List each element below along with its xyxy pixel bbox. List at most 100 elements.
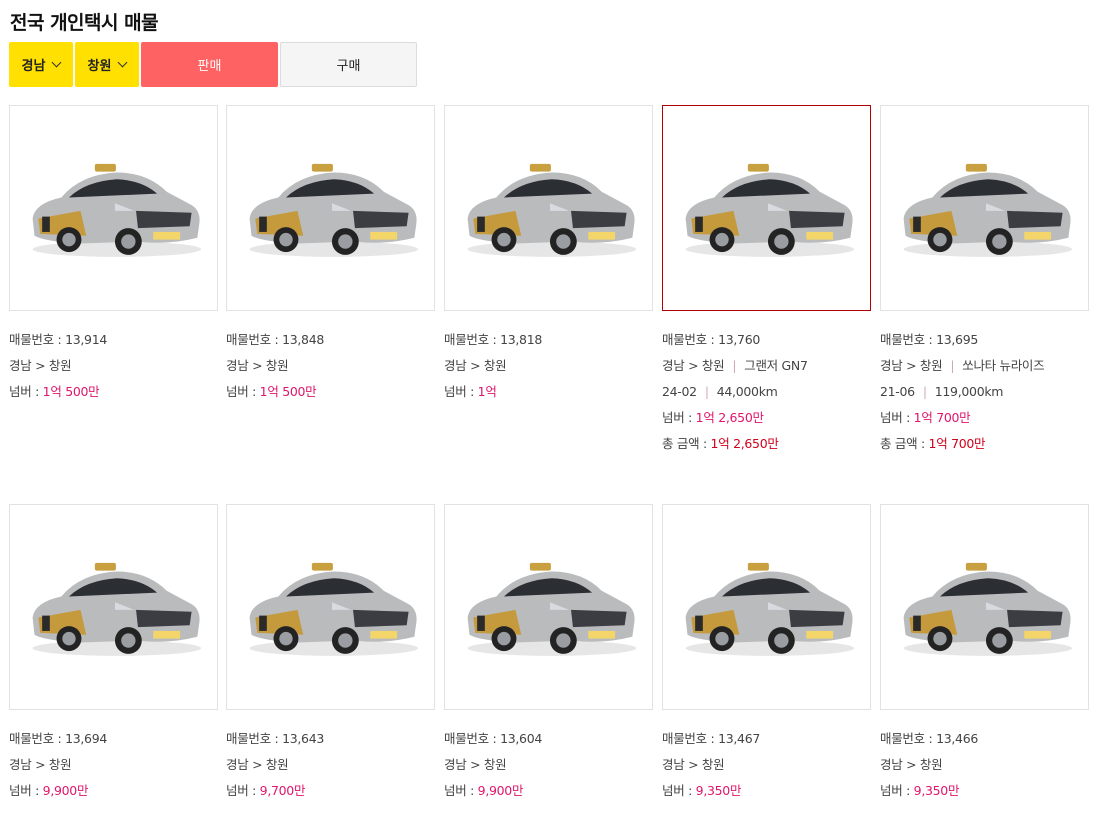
listing-thumbnail[interactable] xyxy=(444,504,653,710)
listing-region-value: 경남 > 창원 xyxy=(880,757,943,772)
listing-region: 경남 > 창원 xyxy=(9,353,218,379)
chevron-down-icon xyxy=(118,57,128,68)
listing-region-value: 경남 > 창원 xyxy=(880,358,943,373)
taxi-car-image xyxy=(249,163,418,257)
listing-card[interactable]: 매물번호 : 13,466 경남 > 창원넘버 : 9,350만 xyxy=(880,504,1089,804)
listing-region-value: 경남 > 창원 xyxy=(444,358,507,373)
listing-info: 매물번호 : 13,643 경남 > 창원넘버 : 9,700만 xyxy=(226,726,435,804)
listing-id: 매물번호 : 13,604 xyxy=(444,726,653,752)
listing-price-label: 넘버 : xyxy=(880,783,914,798)
listing-id: 매물번호 : 13,694 xyxy=(9,726,218,752)
listing-total: 총 금액 : 1억 700만 xyxy=(880,431,1089,457)
sell-tab[interactable]: 판매 xyxy=(141,42,278,87)
listing-id-value: 13,760 xyxy=(718,332,761,347)
listing-region-value: 경남 > 창원 xyxy=(226,757,289,772)
listing-card[interactable]: 매물번호 : 13,643 경남 > 창원넘버 : 9,700만 xyxy=(226,504,435,804)
listing-price: 넘버 : 9,350만 xyxy=(662,778,871,804)
separator: | xyxy=(704,384,709,399)
listing-region-value: 경남 > 창원 xyxy=(9,358,72,373)
listing-thumbnail[interactable] xyxy=(662,504,871,710)
listing-region: 경남 > 창원 | 그랜저 GN7 xyxy=(662,353,871,379)
listing-price-label: 넘버 : xyxy=(9,384,43,399)
listing-info: 매물번호 : 13,466 경남 > 창원넘버 : 9,350만 xyxy=(880,726,1089,804)
listing-price-label: 넘버 : xyxy=(226,384,260,399)
listing-thumbnail[interactable] xyxy=(444,105,653,311)
listing-mileage: 119,000km xyxy=(934,384,1004,399)
listing-card[interactable]: 매물번호 : 13,604 경남 > 창원 넘버 : 9,900만 xyxy=(444,504,653,804)
listing-region: 경남 > 창원 xyxy=(226,353,435,379)
taxi-car-image xyxy=(32,163,201,257)
listing-id-label: 매물번호 : xyxy=(880,731,937,746)
listing-card[interactable]: 매물번호 : 13,467 경남 > 창원 넘버 : 9,350만 xyxy=(662,504,871,804)
listing-thumbnail[interactable] xyxy=(880,504,1089,710)
listing-region: 경남 > 창원 xyxy=(662,752,871,778)
listing-info: 매물번호 : 13,694 경남 > 창원 넘버 : 9,900만 xyxy=(9,726,218,804)
listing-price: 넘버 : 1억 xyxy=(444,379,653,405)
taxi-car-image xyxy=(249,562,418,656)
listing-price-label: 넘버 : xyxy=(444,384,478,399)
listing-price: 넘버 : 9,700만 xyxy=(226,778,435,804)
listing-id-label: 매물번호 : xyxy=(226,332,283,347)
listing-total: 총 금액 : 1억 2,650만 xyxy=(662,431,871,457)
listing-thumbnail[interactable] xyxy=(880,105,1089,311)
city-dropdown-label: 창원 xyxy=(87,59,112,74)
listing-card[interactable]: 매물번호 : 13,848 경남 > 창원 넘버 : 1억 500만 xyxy=(226,105,435,405)
listing-price-value: 9,350만 xyxy=(913,783,960,798)
listing-card[interactable]: 매물번호 : 13,818 경남 > 창원넘버 : 1억 xyxy=(444,105,653,405)
separator: | xyxy=(732,358,737,373)
listing-info: 매물번호 : 13,604 경남 > 창원 넘버 : 9,900만 xyxy=(444,726,653,804)
filter-bar: 경남 창원 판매 구매 xyxy=(9,42,417,87)
listing-id: 매물번호 : 13,818 xyxy=(444,327,653,353)
listing-thumbnail[interactable] xyxy=(226,504,435,710)
listing-price-value: 9,900만 xyxy=(42,783,89,798)
taxi-car-image xyxy=(685,163,854,257)
city-dropdown[interactable]: 창원 xyxy=(75,42,139,87)
separator: | xyxy=(950,358,955,373)
listing-id: 매물번호 : 13,466 xyxy=(880,726,1089,752)
listing-thumbnail[interactable] xyxy=(226,105,435,311)
listing-price-label: 넘버 : xyxy=(662,783,696,798)
listing-price-value: 1억 2,650만 xyxy=(695,410,764,425)
listing-id-value: 13,694 xyxy=(65,731,108,746)
listing-id-value: 13,466 xyxy=(936,731,979,746)
listing-id-value: 13,643 xyxy=(282,731,325,746)
listing-thumbnail[interactable] xyxy=(662,105,871,311)
listing-id-value: 13,695 xyxy=(936,332,979,347)
listing-card[interactable]: 매물번호 : 13,695 경남 > 창원 | 쏘나타 뉴라이즈 21-06 | 119,0… xyxy=(880,105,1089,457)
taxi-car-image xyxy=(903,562,1072,656)
listing-id: 매물번호 : 13,914 xyxy=(9,327,218,353)
listing-region: 경남 > 창원 | 쏘나타 뉴라이즈 xyxy=(880,353,1089,379)
listing-info: 매물번호 : 13,914 경남 > 창원넘버 : 1억 500만 xyxy=(9,327,218,405)
listing-price-value: 1억 500만 xyxy=(42,384,100,399)
listing-id-label: 매물번호 : xyxy=(226,731,283,746)
listing-region-value: 경남 > 창원 xyxy=(662,358,725,373)
listing-total-label: 총 금액 : xyxy=(880,436,929,451)
listing-year: 21-06 xyxy=(880,384,915,399)
listing-id-label: 매물번호 : xyxy=(444,332,501,347)
chevron-down-icon xyxy=(52,57,62,68)
listing-id: 매물번호 : 13,695 xyxy=(880,327,1089,353)
listing-price-label: 넘버 : xyxy=(9,783,43,798)
listing-region: 경남 > 창원 xyxy=(9,752,218,778)
listing-id-value: 13,604 xyxy=(500,731,543,746)
listing-id-value: 13,848 xyxy=(282,332,325,347)
listing-thumbnail[interactable] xyxy=(9,105,218,311)
taxi-car-image xyxy=(685,562,854,656)
listing-card[interactable]: 매물번호 : 13,914 경남 > 창원넘버 : 1억 500만 xyxy=(9,105,218,405)
taxi-car-image xyxy=(32,562,201,656)
listing-card[interactable]: 매물번호 : 13,760 경남 > 창원 | 그랜저 GN7 24-02 | 44,000… xyxy=(662,105,871,457)
listing-id-value: 13,818 xyxy=(500,332,543,347)
listing-model: 그랜저 GN7 xyxy=(744,358,808,373)
page-title: 전국 개인택시 매물 xyxy=(10,12,159,34)
listing-region: 경남 > 창원 xyxy=(444,752,653,778)
listing-region-value: 경남 > 창원 xyxy=(226,358,289,373)
listing-price-label: 넘버 : xyxy=(444,783,478,798)
listing-price: 넘버 : 9,900만 xyxy=(444,778,653,804)
listing-thumbnail[interactable] xyxy=(9,504,218,710)
buy-tab[interactable]: 구매 xyxy=(280,42,417,87)
listing-region-value: 경남 > 창원 xyxy=(662,757,725,772)
listing-card[interactable]: 매물번호 : 13,694 경남 > 창원 넘버 : 9,900만 xyxy=(9,504,218,804)
region-dropdown[interactable]: 경남 xyxy=(9,42,73,87)
listing-price: 넘버 : 9,900만 xyxy=(9,778,218,804)
listing-id-value: 13,467 xyxy=(718,731,761,746)
